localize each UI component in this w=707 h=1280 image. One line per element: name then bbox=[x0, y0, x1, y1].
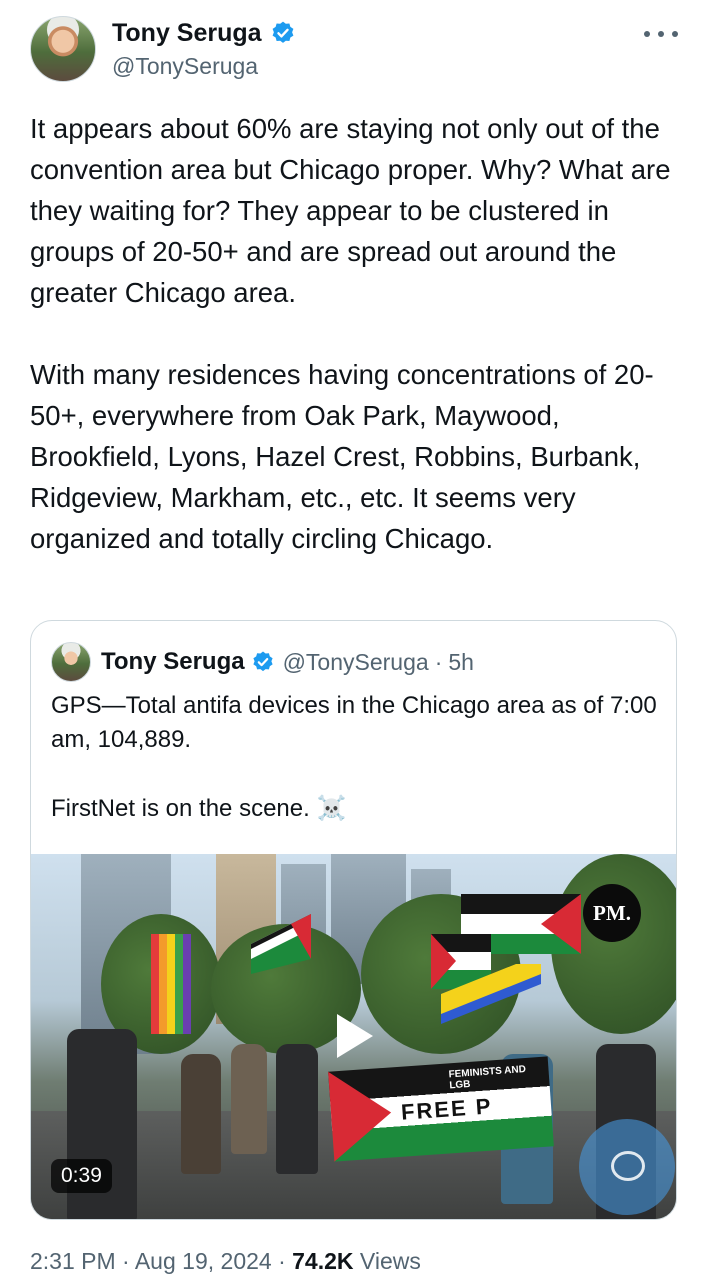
verified-badge-icon bbox=[272, 21, 293, 43]
skull-emoji: ☠️ bbox=[316, 794, 347, 822]
separator-dot: · bbox=[278, 1248, 286, 1274]
tweet-meta: 2:31 PM · Aug 19, 2024 · 74.2K Views bbox=[30, 1248, 421, 1275]
tweet-header: Tony Seruga @TonySeruga bbox=[30, 16, 680, 86]
more-dot bbox=[658, 31, 664, 37]
quoted-author-handle[interactable]: @TonySeruga bbox=[283, 649, 429, 676]
protester bbox=[231, 1044, 267, 1154]
quoted-timestamp[interactable]: 5h bbox=[448, 649, 474, 676]
more-dot bbox=[672, 31, 678, 37]
author-display-name[interactable]: Tony Seruga bbox=[112, 18, 262, 48]
avatar[interactable] bbox=[30, 16, 96, 82]
author-handle[interactable]: @TonySeruga bbox=[112, 52, 258, 80]
quoted-tweet-text: GPS—Total antifa devices in the Chicago … bbox=[51, 689, 661, 826]
quoted-avatar[interactable] bbox=[51, 642, 91, 682]
separator-dot: · bbox=[434, 648, 443, 675]
protester bbox=[276, 1044, 318, 1174]
palestinian-flag bbox=[251, 914, 311, 974]
rainbow-flag bbox=[151, 934, 191, 1034]
more-dot bbox=[644, 31, 650, 37]
protester bbox=[181, 1054, 221, 1174]
quoted-tweet-header: Tony Seruga @TonySeruga · 5h bbox=[51, 641, 474, 683]
video-player[interactable]: FEMINISTS AND LGB FREE P PM. 0:39 bbox=[31, 854, 676, 1219]
quoted-author-name[interactable]: Tony Seruga bbox=[101, 648, 245, 676]
post-date[interactable]: Aug 19, 2024 bbox=[135, 1248, 272, 1274]
verified-badge-icon bbox=[252, 651, 273, 672]
tweet-page: Tony Seruga @TonySeruga It appears about… bbox=[0, 0, 707, 1280]
views-count: 74.2K bbox=[292, 1248, 354, 1274]
video-duration: 0:39 bbox=[51, 1159, 112, 1193]
author-name-row[interactable]: Tony Seruga bbox=[112, 18, 296, 48]
quoted-tweet-card[interactable]: Tony Seruga @TonySeruga · 5h GPS—Total a… bbox=[30, 620, 677, 1220]
banner-text: FREE P bbox=[400, 1093, 494, 1125]
more-options-icon[interactable] bbox=[644, 24, 678, 44]
banner-small-text: FEMINISTS AND LGB bbox=[448, 1063, 527, 1092]
protest-banner: FEMINISTS AND LGB FREE P bbox=[328, 1056, 554, 1162]
pm-logo-badge: PM. bbox=[583, 884, 641, 942]
views-label: Views bbox=[359, 1248, 421, 1274]
tweet-text: It appears about 60% are staying not onl… bbox=[30, 113, 671, 554]
ukraine-flag bbox=[441, 964, 541, 1024]
post-time[interactable]: 2:31 PM bbox=[30, 1248, 116, 1274]
quoted-text-body: GPS—Total antifa devices in the Chicago … bbox=[51, 692, 657, 822]
play-icon[interactable] bbox=[337, 1014, 373, 1058]
separator-dot: · bbox=[122, 1248, 130, 1274]
reply-icon[interactable] bbox=[579, 1119, 675, 1215]
banner-triangle bbox=[328, 1067, 395, 1162]
